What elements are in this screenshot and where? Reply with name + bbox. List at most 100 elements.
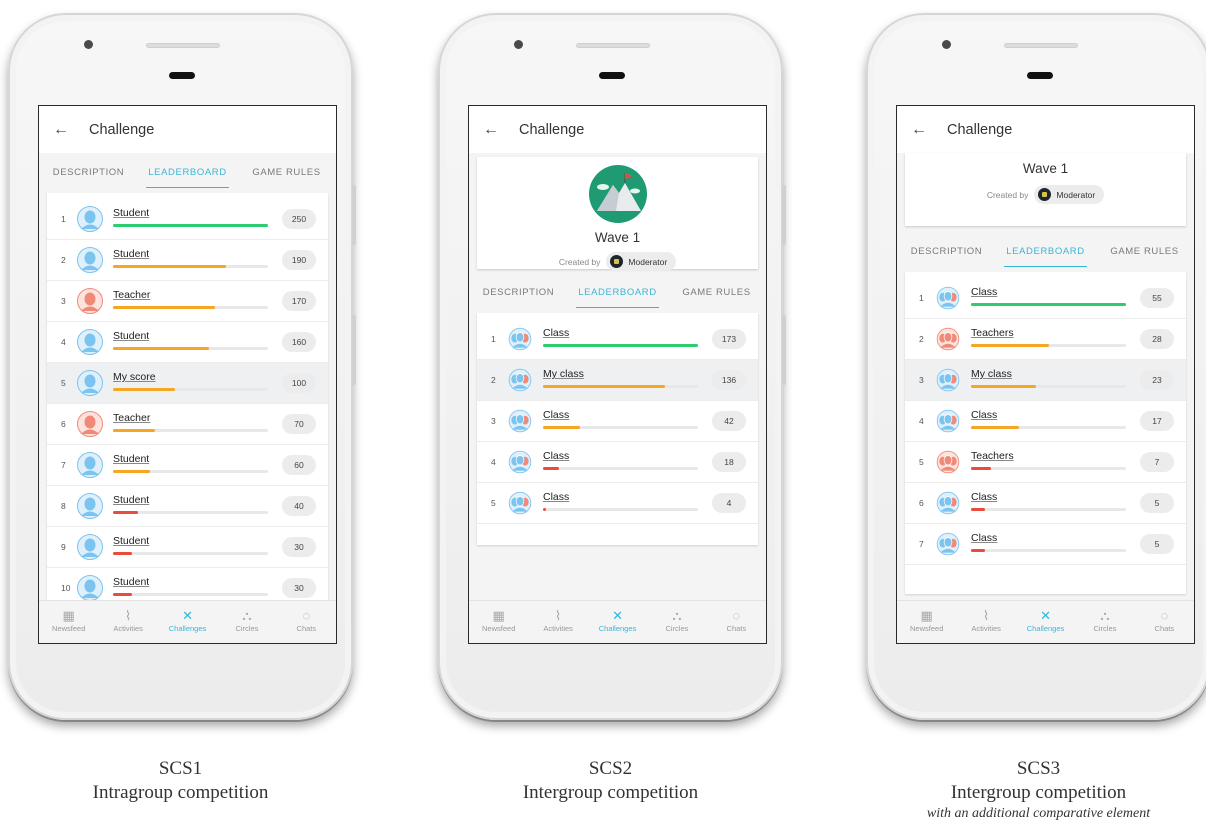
nav-item-newsfeed[interactable]: ▦ Newsfeed [39,601,98,643]
rank-number: 4 [491,457,496,467]
nav-item-circles[interactable]: ⛬ Circles [217,601,276,643]
entry-name[interactable]: Class [543,491,569,503]
leaderboard-row[interactable]: 7 Class 5 [905,524,1186,565]
entry-name[interactable]: Teacher [113,412,150,424]
entry-name[interactable]: Student [113,330,149,342]
tab-game-rules[interactable]: GAME RULES [237,153,336,193]
created-by-label: Created by [558,256,601,267]
leaderboard-row[interactable]: 5 My score 100 [47,363,328,404]
entry-name[interactable]: Teachers [971,327,1014,339]
nav-item-challenges[interactable]: ✕ Challenges [158,601,217,643]
moderator-chip[interactable]: Moderator [1034,185,1105,204]
nav-item-circles[interactable]: ⛬ Circles [647,601,706,643]
tab-bar: DESCRIPTION LEADERBOARD GAME RULES [39,153,336,193]
entry-name[interactable]: Student [113,535,149,547]
tab-leaderboard[interactable]: LEADERBOARD [568,273,667,313]
entry-info: Class [543,324,698,354]
leaderboard-row[interactable]: 9 Student 30 [47,527,328,568]
tab-game-rules[interactable]: GAME RULES [1095,232,1194,272]
entry-name[interactable]: My score [113,371,156,383]
tab-description[interactable]: DESCRIPTION [39,153,138,193]
entry-name[interactable]: Class [543,409,569,421]
tab-description[interactable]: DESCRIPTION [469,273,568,313]
progress-fill [113,347,210,350]
leaderboard-row[interactable]: 3 Class 42 [477,401,758,442]
camera-icon [514,40,523,49]
nav-item-chats[interactable]: ◌ Chats [1135,601,1194,643]
entry-name[interactable]: My class [971,368,1012,380]
rank-number: 1 [61,214,66,224]
entry-name[interactable]: Class [971,491,997,503]
nav-item-newsfeed[interactable]: ▦ Newsfeed [469,601,528,643]
tab-game-rules[interactable]: GAME RULES [667,273,766,313]
leaderboard-row[interactable]: 5 Teachers 7 [905,442,1186,483]
moderator-chip[interactable]: Moderator [606,252,677,271]
leaderboard-row[interactable]: 6 Class 5 [905,483,1186,524]
entry-name[interactable]: Student [113,207,149,219]
challenge-mountain-icon [477,165,758,223]
leaderboard-row[interactable]: 3 My class 23 [905,360,1186,401]
nav-item-circles[interactable]: ⛬ Circles [1075,601,1134,643]
progress-track [113,593,268,596]
leaderboard-row[interactable]: 1 Class 173 [477,319,758,360]
nav-item-newsfeed[interactable]: ▦ Newsfeed [897,601,956,643]
camera-icon [84,40,93,49]
entry-name[interactable]: Teacher [113,289,150,301]
nav-label: Newsfeed [910,624,944,633]
phone-screen: ← Challenge DESCRIPTION LEADERBOARD GAME… [38,105,337,644]
nav-item-challenges[interactable]: ✕ Challenges [588,601,647,643]
progress-fill [113,470,151,473]
rank-number: 7 [919,539,924,549]
leaderboard-row[interactable]: 6 Teacher 70 [47,404,328,445]
leaderboard-row[interactable]: 1 Class 55 [905,278,1186,319]
user-avatar-icon [77,370,103,396]
tab-leaderboard[interactable]: LEADERBOARD [996,232,1095,272]
group-avatar-icon [935,367,961,393]
tab-leaderboard[interactable]: LEADERBOARD [138,153,237,193]
arrow-left-icon[interactable]: ← [483,121,507,139]
arrow-left-icon[interactable]: ← [53,121,77,139]
entry-info: Student [113,245,268,275]
arrow-left-icon[interactable]: ← [911,121,935,139]
leaderboard-list: 1 Class 173 2 My class 136 3 Class 42 4 Class 18 5 Cl… [477,313,758,545]
entry-name[interactable]: Class [971,532,997,544]
volume-button [782,315,786,385]
challenge-header-card: Wave 1 Created by Moderator [477,157,758,271]
tab-description[interactable]: DESCRIPTION [897,232,996,272]
leaderboard-row[interactable]: 4 Class 18 [477,442,758,483]
leaderboard-row[interactable]: 7 Student 60 [47,445,328,486]
leaderboard-row[interactable]: 5 Class 4 [477,483,758,524]
nav-label: Circles [235,624,259,633]
progress-track [543,467,698,470]
entry-name[interactable]: My class [543,368,584,380]
nav-item-activities[interactable]: ⌇ Activities [956,601,1015,643]
leaderboard-row[interactable]: 1 Student 250 [47,199,328,240]
entry-name[interactable]: Student [113,576,149,588]
challenge-header-card: Wave 1 Created by Moderator [905,153,1186,226]
caption: SCS2 Intergroup competition [438,757,783,805]
leaderboard-row[interactable]: 4 Student 160 [47,322,328,363]
nav-item-activities[interactable]: ⌇ Activities [98,601,157,643]
nav-item-chats[interactable]: ◌ Chats [707,601,766,643]
progress-track [113,470,268,473]
newsfeed-icon: ▦ [920,608,933,623]
entry-name[interactable]: Student [113,453,149,465]
score-badge: 7 [1140,452,1174,472]
leaderboard-row[interactable]: 4 Class 17 [905,401,1186,442]
leaderboard-row[interactable]: 8 Student 40 [47,486,328,527]
leaderboard-row[interactable]: 2 Teachers 28 [905,319,1186,360]
entry-name[interactable]: Class [971,286,997,298]
nav-item-chats[interactable]: ◌ Chats [277,601,336,643]
entry-name[interactable]: Student [113,494,149,506]
entry-name[interactable]: Teachers [971,450,1014,462]
entry-name[interactable]: Class [543,327,569,339]
entry-name[interactable]: Class [543,450,569,462]
leaderboard-row[interactable]: 3 Teacher 170 [47,281,328,322]
leaderboard-row[interactable]: 2 Student 190 [47,240,328,281]
entry-name[interactable]: Student [113,248,149,260]
leaderboard-row[interactable]: 2 My class 136 [477,360,758,401]
nav-item-challenges[interactable]: ✕ Challenges [1016,601,1075,643]
entry-name[interactable]: Class [971,409,997,421]
nav-item-activities[interactable]: ⌇ Activities [528,601,587,643]
challenge-title: Wave 1 [594,230,641,245]
